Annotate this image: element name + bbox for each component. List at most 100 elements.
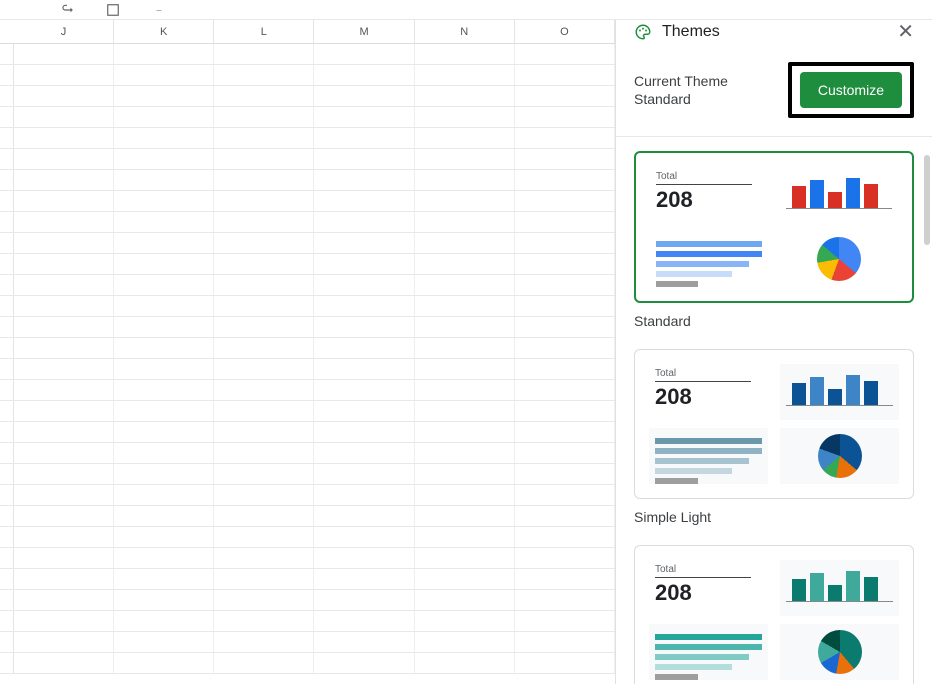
table-row[interactable] — [0, 632, 615, 653]
cell[interactable] — [14, 296, 114, 316]
cell[interactable] — [314, 128, 414, 148]
cell[interactable] — [515, 170, 615, 190]
cell[interactable] — [314, 485, 414, 505]
cell[interactable] — [14, 653, 114, 673]
cell[interactable] — [415, 380, 515, 400]
cell[interactable] — [14, 254, 114, 274]
cell[interactable] — [14, 275, 114, 295]
cell[interactable] — [214, 380, 314, 400]
cell[interactable] — [415, 86, 515, 106]
cell[interactable] — [214, 527, 314, 547]
cell[interactable] — [14, 233, 114, 253]
column-header[interactable]: K — [114, 20, 214, 43]
cell[interactable] — [114, 86, 214, 106]
cell[interactable] — [415, 359, 515, 379]
table-row[interactable] — [0, 485, 615, 506]
cell[interactable] — [214, 443, 314, 463]
cell[interactable] — [415, 44, 515, 64]
cell[interactable] — [14, 632, 114, 652]
cell[interactable] — [114, 380, 214, 400]
table-row[interactable] — [0, 527, 615, 548]
theme-list[interactable]: Total208StandardTotal208Simple LightTota… — [616, 137, 932, 684]
cell[interactable] — [415, 317, 515, 337]
cell[interactable] — [114, 44, 214, 64]
cell[interactable] — [14, 611, 114, 631]
cell[interactable] — [114, 548, 214, 568]
cell[interactable] — [114, 170, 214, 190]
cell[interactable] — [515, 44, 615, 64]
cell[interactable] — [214, 65, 314, 85]
cell[interactable] — [214, 128, 314, 148]
cell[interactable] — [515, 149, 615, 169]
cell[interactable] — [114, 464, 214, 484]
column-header[interactable]: J — [14, 20, 114, 43]
cell[interactable] — [515, 317, 615, 337]
cell[interactable] — [415, 485, 515, 505]
cell[interactable] — [14, 464, 114, 484]
cell[interactable] — [214, 338, 314, 358]
cell[interactable] — [214, 611, 314, 631]
cell[interactable] — [214, 359, 314, 379]
cell[interactable] — [314, 401, 414, 421]
cell[interactable] — [314, 191, 414, 211]
cell[interactable] — [515, 191, 615, 211]
table-row[interactable] — [0, 44, 615, 65]
cell[interactable] — [14, 590, 114, 610]
cell[interactable] — [14, 338, 114, 358]
cell[interactable] — [14, 569, 114, 589]
cell[interactable] — [14, 401, 114, 421]
cell[interactable] — [415, 653, 515, 673]
cell[interactable] — [515, 275, 615, 295]
cell[interactable] — [114, 212, 214, 232]
table-row[interactable] — [0, 401, 615, 422]
cell[interactable] — [214, 170, 314, 190]
cell[interactable] — [14, 212, 114, 232]
table-row[interactable] — [0, 170, 615, 191]
cell[interactable] — [214, 506, 314, 526]
cell[interactable] — [415, 65, 515, 85]
cell[interactable] — [114, 527, 214, 547]
cell[interactable] — [314, 275, 414, 295]
cell[interactable] — [415, 149, 515, 169]
cell[interactable] — [314, 296, 414, 316]
table-row[interactable] — [0, 233, 615, 254]
cell[interactable] — [214, 548, 314, 568]
table-row[interactable] — [0, 254, 615, 275]
cell[interactable] — [415, 212, 515, 232]
cell[interactable] — [314, 527, 414, 547]
table-row[interactable] — [0, 443, 615, 464]
cell[interactable] — [515, 296, 615, 316]
table-row[interactable] — [0, 296, 615, 317]
cell[interactable] — [415, 464, 515, 484]
table-row[interactable] — [0, 380, 615, 401]
redo-icon[interactable] — [60, 3, 76, 17]
column-header[interactable]: N — [415, 20, 515, 43]
cell[interactable] — [515, 380, 615, 400]
cell[interactable] — [14, 380, 114, 400]
table-row[interactable] — [0, 506, 615, 527]
table-row[interactable] — [0, 569, 615, 590]
cell[interactable] — [114, 317, 214, 337]
table-row[interactable] — [0, 275, 615, 296]
cell[interactable] — [214, 212, 314, 232]
cell[interactable] — [114, 149, 214, 169]
spreadsheet-grid[interactable]: JKLMNO — [0, 20, 616, 684]
table-row[interactable] — [0, 590, 615, 611]
theme-card-standard[interactable]: Total208 — [634, 151, 914, 303]
cell[interactable] — [415, 527, 515, 547]
cell[interactable] — [114, 485, 214, 505]
cell[interactable] — [314, 86, 414, 106]
cell[interactable] — [314, 170, 414, 190]
cell[interactable] — [314, 380, 414, 400]
cell[interactable] — [314, 44, 414, 64]
cell[interactable] — [415, 506, 515, 526]
table-row[interactable] — [0, 359, 615, 380]
cell[interactable] — [14, 527, 114, 547]
cell[interactable] — [14, 107, 114, 127]
cell[interactable] — [415, 632, 515, 652]
table-row[interactable] — [0, 86, 615, 107]
cell[interactable] — [314, 548, 414, 568]
cell[interactable] — [14, 485, 114, 505]
cell[interactable] — [214, 401, 314, 421]
cell[interactable] — [515, 632, 615, 652]
